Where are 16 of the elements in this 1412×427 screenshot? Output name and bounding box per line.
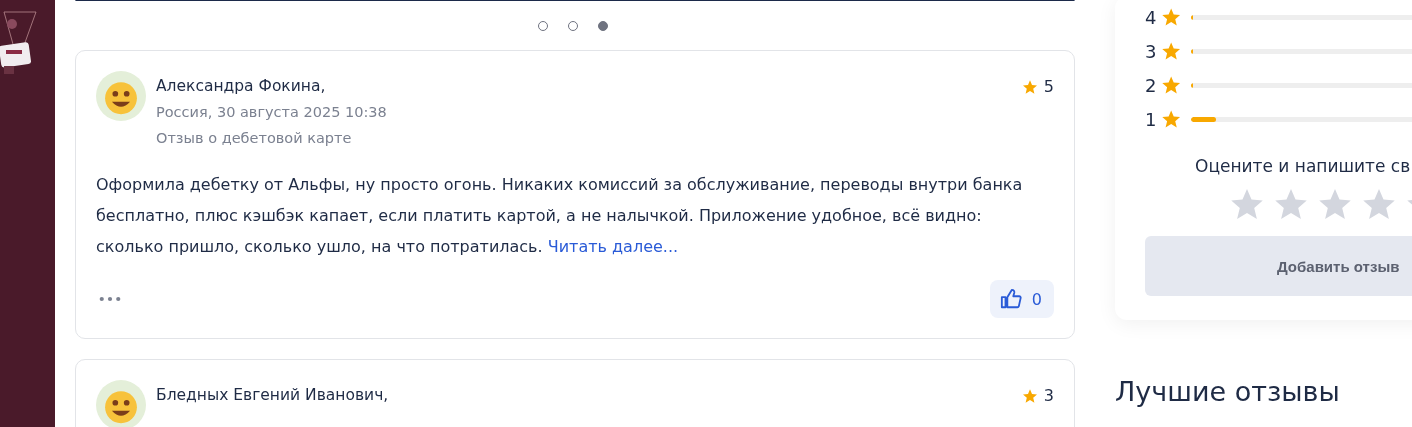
star-count: 4	[1145, 6, 1158, 28]
rate-prompt: Оцените и напишите св	[1195, 156, 1412, 176]
star-count: 3	[1145, 40, 1158, 62]
star-count: 1	[1145, 108, 1158, 130]
add-review-button[interactable]: Добавить отзыв	[1145, 236, 1412, 296]
review-text: Оформила дебетку от Альфы, ну просто огонь. Никаких комиссий за обслуживание, переводы внутри банка бесплатно, плюс кэшбэк капает, если платить картой, а не налычкой. Приложение удобное, всё видно: сколько пришло, сколько ушло, на что потратилась. Читать далее...	[96, 174, 1024, 258]
read-more-link[interactable]: Читать далее...	[547, 237, 679, 256]
rating-value: 3	[1043, 386, 1054, 405]
section-heading: Лучшие отзывы	[1115, 376, 1341, 407]
like-button[interactable]: 0	[989, 280, 1054, 318]
review-subject: Отзыв о дебетовой карте	[156, 129, 353, 148]
author-name: Бледных Евгений Иванович,	[156, 385, 390, 406]
review-date: Россия, 30 августа 2025 10:38	[156, 103, 388, 122]
rating-value: 5	[1043, 77, 1054, 96]
star-count: 2	[1145, 74, 1158, 96]
author-name: Александра Фокина,	[156, 76, 327, 97]
